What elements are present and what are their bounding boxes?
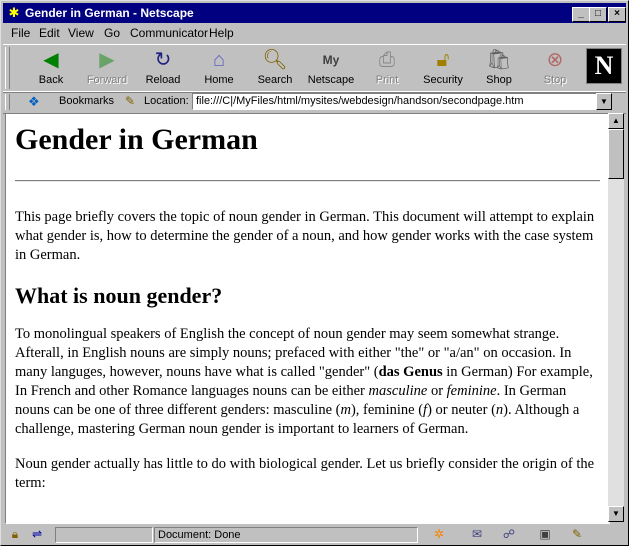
p1-m: m bbox=[340, 402, 351, 418]
maximize-button[interactable]: □ bbox=[589, 7, 607, 22]
menu-help[interactable]: Help bbox=[209, 26, 234, 40]
navigation-toolbar: ◀ Back ▶ Forward ↻ Reload ⌂ Home 🔍︎ Sear… bbox=[3, 44, 626, 93]
stop-button[interactable]: ⊗ Stop bbox=[527, 46, 583, 90]
document-body: Gender in German This page briefly cover… bbox=[15, 114, 600, 509]
print-button[interactable]: ⎙ Print bbox=[359, 46, 415, 90]
menu-view[interactable]: View bbox=[68, 26, 94, 40]
edit-icon[interactable]: ✎ bbox=[567, 527, 587, 541]
status-bar: 🔒︎ ⇌ Document: Done ✲ ✉ ☍ ▣ ✎ bbox=[3, 525, 626, 543]
progress-cell bbox=[55, 527, 153, 543]
shop-label: Shop bbox=[486, 74, 512, 86]
minimize-button[interactable]: _ bbox=[572, 7, 590, 22]
url-field[interactable]: file:///C|/MyFiles/html/mysites/webdesig… bbox=[192, 93, 601, 110]
search-label: Search bbox=[257, 74, 293, 86]
back-button[interactable]: ◀ Back bbox=[23, 46, 79, 90]
search-button[interactable]: 🔍︎ Search bbox=[247, 46, 303, 90]
discussions-icon[interactable]: ☍ bbox=[499, 527, 519, 541]
page-content: Gender in German This page briefly cover… bbox=[5, 113, 610, 524]
reload-icon: ↻ bbox=[154, 49, 172, 71]
forward-button[interactable]: ▶ Forward bbox=[79, 46, 135, 90]
close-button[interactable]: × bbox=[608, 7, 626, 22]
p1-or: or bbox=[427, 383, 447, 399]
location-label: Location: bbox=[144, 95, 189, 107]
window-title: Gender in German - Netscape bbox=[25, 6, 194, 20]
navigator-icon[interactable]: ✲ bbox=[429, 527, 449, 541]
bookmarks-icon[interactable]: ❖ bbox=[28, 94, 48, 110]
search-icon: 🔍︎ bbox=[262, 49, 288, 71]
print-label: Print bbox=[375, 74, 399, 86]
home-button[interactable]: ⌂ Home bbox=[191, 46, 247, 90]
back-label: Back bbox=[38, 74, 64, 86]
section-heading: What is noun gender? bbox=[15, 283, 223, 308]
menu-bar: File Edit View Go Communicator Help bbox=[3, 24, 626, 42]
reload-button[interactable]: ↻ Reload bbox=[135, 46, 191, 90]
origin-paragraph: Noun gender actually has little to do wi… bbox=[15, 456, 595, 491]
security-label: Security bbox=[423, 74, 463, 86]
mail-icon[interactable]: ✉ bbox=[467, 527, 487, 541]
p1-text-d: ), feminine ( bbox=[350, 402, 424, 418]
reload-label: Reload bbox=[145, 74, 181, 86]
back-arrow-icon: ◀ bbox=[43, 49, 59, 71]
scroll-up-button[interactable]: ▲ bbox=[608, 113, 624, 129]
browser-window: ✱ Gender in German - Netscape _ □ × File… bbox=[0, 0, 629, 546]
home-label: Home bbox=[204, 74, 234, 86]
toolbar-grip[interactable] bbox=[5, 47, 10, 89]
location-toolbar: ❖ Bookmarks ✎ Location: file:///C|/MyFil… bbox=[3, 91, 626, 114]
netscape-icon: My bbox=[322, 53, 340, 67]
p1-feminine: feminine bbox=[446, 383, 497, 399]
menu-file[interactable]: File bbox=[11, 26, 30, 40]
location-icon[interactable]: ✎ bbox=[125, 94, 135, 108]
security-button[interactable]: 🔓︎ Security bbox=[415, 46, 471, 90]
security-lock-icon[interactable]: 🔒︎ bbox=[5, 527, 25, 541]
home-icon: ⌂ bbox=[212, 49, 226, 71]
stop-icon: ⊗ bbox=[546, 49, 564, 71]
print-icon: ⎙ bbox=[379, 49, 395, 71]
forward-label: Forward bbox=[86, 74, 128, 86]
lock-icon: 🔓︎ bbox=[436, 49, 450, 71]
p1-masculine: masculine bbox=[368, 383, 428, 399]
url-dropdown-button[interactable]: ▼ bbox=[596, 93, 612, 110]
p1-text-e: ) or neuter ( bbox=[427, 402, 496, 418]
scroll-thumb[interactable] bbox=[608, 129, 624, 179]
location-grip[interactable] bbox=[5, 94, 10, 110]
p1-bold-term: das Genus bbox=[378, 364, 443, 380]
gender-paragraph: To monolingual speakers of English the c… bbox=[15, 325, 600, 439]
online-icon[interactable]: ⇌ bbox=[27, 527, 47, 541]
scroll-down-button[interactable]: ▼ bbox=[608, 506, 624, 522]
netscape-window-icon[interactable]: ✱ bbox=[7, 6, 21, 20]
forward-arrow-icon: ▶ bbox=[99, 49, 115, 71]
vertical-scrollbar[interactable]: ▲ ▼ bbox=[608, 113, 624, 522]
title-bar[interactable]: ✱ Gender in German - Netscape _ □ × bbox=[3, 3, 626, 23]
menu-go[interactable]: Go bbox=[104, 26, 120, 40]
shop-icon: 🛍︎ bbox=[486, 49, 512, 71]
menu-communicator[interactable]: Communicator bbox=[130, 26, 208, 40]
stop-label: Stop bbox=[543, 74, 567, 86]
netscape-button[interactable]: My Netscape bbox=[303, 46, 359, 90]
shop-button[interactable]: 🛍︎ Shop bbox=[471, 46, 527, 90]
bookmarks-button[interactable]: Bookmarks bbox=[59, 95, 114, 107]
page-heading: Gender in German bbox=[15, 123, 258, 156]
composer-icon[interactable]: ▣ bbox=[535, 527, 555, 541]
status-text: Document: Done bbox=[154, 527, 418, 543]
intro-paragraph: This page briefly covers the topic of no… bbox=[15, 209, 595, 263]
netscape-label: Netscape bbox=[307, 74, 355, 86]
horizontal-rule bbox=[15, 180, 600, 182]
netscape-logo[interactable]: N bbox=[586, 48, 622, 84]
menu-edit[interactable]: Edit bbox=[39, 26, 60, 40]
